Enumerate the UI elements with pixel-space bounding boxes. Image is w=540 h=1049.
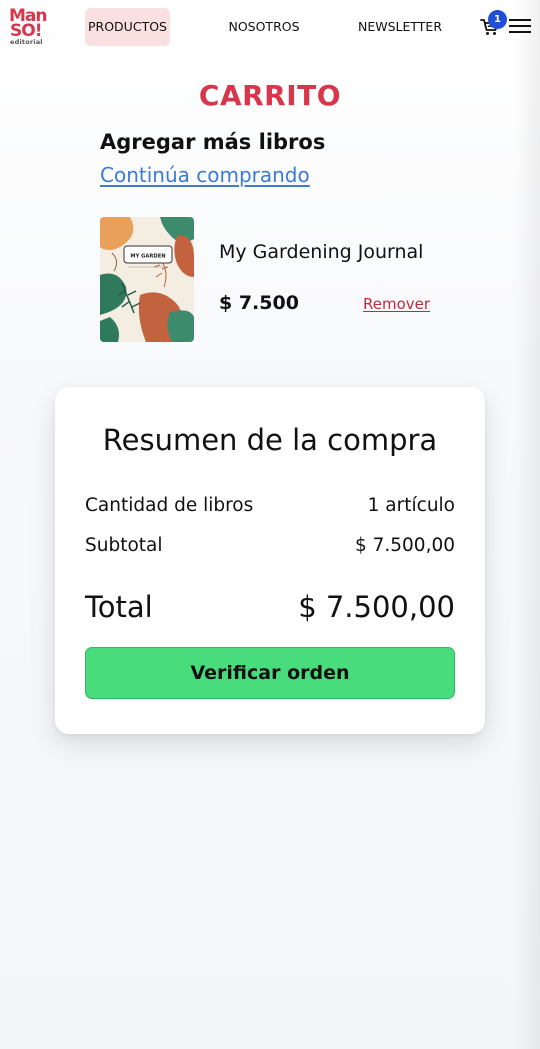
hamburger-menu-icon[interactable] bbox=[509, 19, 531, 35]
nav-nosotros[interactable]: NOSOTROS bbox=[220, 8, 308, 46]
quantity-value: 1 artículo bbox=[367, 495, 455, 516]
summary-title: Resumen de la compra bbox=[102, 423, 438, 457]
cart-count-badge: 1 bbox=[488, 10, 507, 29]
subtotal-label: Subtotal bbox=[85, 535, 163, 556]
remove-item-link[interactable]: Remover bbox=[363, 295, 430, 313]
order-summary-card: Resumen de la compra Cantidad de libros … bbox=[55, 387, 485, 734]
book-cover-image: MY GARDEN bbox=[100, 217, 194, 342]
nav-productos[interactable]: PRODUCTOS bbox=[85, 8, 170, 46]
cart-item-title: My Gardening Journal bbox=[219, 241, 424, 263]
scroll-edge-shade bbox=[514, 0, 540, 1049]
quantity-label: Cantidad de libros bbox=[85, 495, 254, 516]
verify-order-button[interactable]: Verificar orden bbox=[85, 647, 455, 699]
cart-item-price: $ 7.500 bbox=[219, 292, 299, 314]
total-value: $ 7.500,00 bbox=[298, 590, 455, 624]
add-more-heading: Agregar más libros bbox=[100, 130, 326, 154]
subtotal-value: $ 7.500,00 bbox=[354, 535, 455, 556]
continue-shopping-link[interactable]: Continúa comprando bbox=[100, 163, 310, 187]
total-label: Total bbox=[85, 590, 153, 624]
book-cover-label: MY GARDEN bbox=[130, 254, 165, 260]
page-title: CARRITO bbox=[198, 79, 342, 112]
nav-newsletter[interactable]: NEWSLETTER bbox=[355, 8, 445, 46]
site-header: Man SO! editorial PRODUCTOS NOSOTROS NEW… bbox=[0, 0, 540, 56]
manso-editorial-logo[interactable]: Man SO! editorial bbox=[8, 8, 48, 48]
logo-text-line3: editorial bbox=[10, 38, 43, 46]
